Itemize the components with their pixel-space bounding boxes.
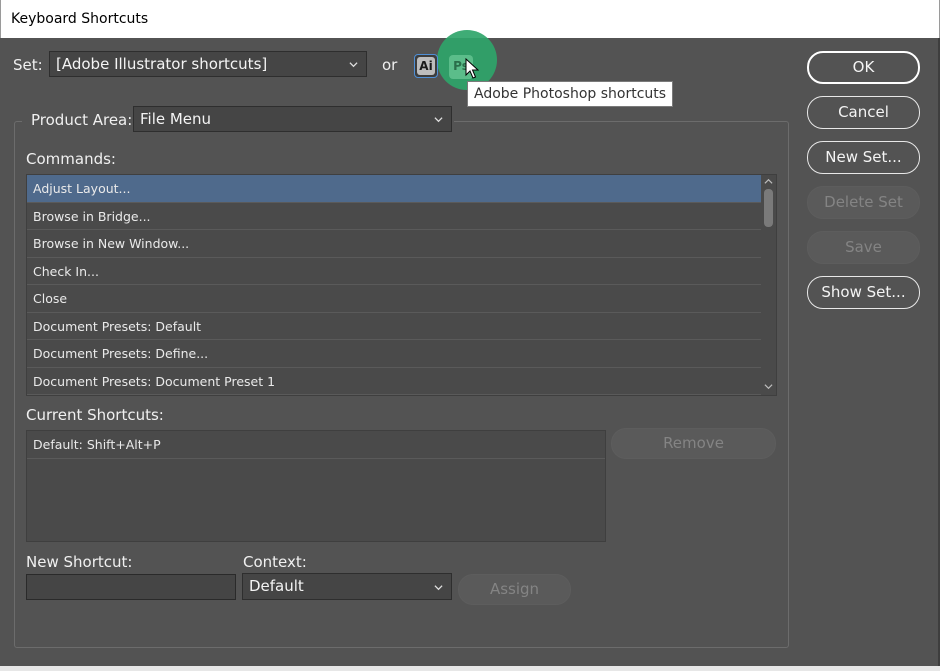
list-item[interactable]: Document Presets: Define... bbox=[27, 340, 776, 368]
window-bottom-edge bbox=[0, 666, 940, 671]
mouse-cursor-icon bbox=[465, 58, 479, 79]
current-shortcuts-label: Current Shortcuts: bbox=[26, 406, 164, 424]
context-dropdown[interactable]: Default bbox=[242, 573, 452, 600]
window-title: Keyboard Shortcuts bbox=[11, 11, 149, 27]
ok-button[interactable]: OK bbox=[807, 51, 920, 84]
list-item[interactable]: Check In... bbox=[27, 258, 776, 285]
remove-button[interactable]: Remove bbox=[611, 428, 776, 459]
delete-set-button[interactable]: Delete Set bbox=[807, 186, 920, 219]
chevron-down-icon bbox=[434, 117, 443, 123]
assign-button[interactable]: Assign bbox=[458, 574, 571, 605]
list-item[interactable]: Browse in Bridge... bbox=[27, 203, 776, 230]
new-shortcut-input[interactable] bbox=[26, 574, 236, 600]
save-button[interactable]: Save bbox=[807, 231, 920, 264]
new-shortcut-label: New Shortcut: bbox=[26, 553, 133, 571]
illustrator-shortcuts-button[interactable]: Ai bbox=[414, 54, 438, 78]
list-item[interactable]: Document Presets: Default bbox=[27, 313, 776, 340]
product-area-label: Product Area: bbox=[31, 111, 133, 129]
list-item[interactable]: Default: Shift+Alt+P bbox=[27, 431, 605, 459]
illustrator-icon: Ai bbox=[417, 57, 435, 75]
list-item[interactable]: Adjust Layout... bbox=[27, 175, 776, 203]
commands-label: Commands: bbox=[26, 150, 116, 168]
chevron-down-icon bbox=[349, 62, 358, 68]
set-dropdown-value: [Adobe Illustrator shortcuts] bbox=[56, 55, 268, 73]
new-set-button[interactable]: New Set... bbox=[807, 141, 920, 174]
scrollbar-thumb[interactable] bbox=[764, 189, 773, 227]
scroll-down-icon[interactable] bbox=[764, 382, 773, 391]
context-value: Default bbox=[249, 577, 304, 595]
current-shortcuts-list[interactable]: Default: Shift+Alt+P bbox=[26, 430, 606, 542]
list-item[interactable]: Document Presets: Document Preset 1 bbox=[27, 368, 776, 395]
list-item[interactable]: Browse in New Window... bbox=[27, 230, 776, 258]
commands-scrollbar[interactable] bbox=[761, 175, 776, 395]
context-label: Context: bbox=[243, 553, 307, 571]
or-label: or bbox=[382, 56, 398, 74]
set-label: Set: bbox=[13, 56, 43, 74]
cancel-button[interactable]: Cancel bbox=[807, 96, 920, 129]
chevron-down-icon bbox=[434, 584, 443, 590]
commands-list[interactable]: Adjust Layout... Browse in Bridge... Bro… bbox=[26, 174, 777, 396]
photoshop-tooltip: Adobe Photoshop shortcuts bbox=[467, 81, 674, 107]
scroll-up-icon[interactable] bbox=[764, 177, 773, 186]
product-area-value: File Menu bbox=[140, 110, 212, 128]
keyboard-shortcuts-dialog: Set: [Adobe Illustrator shortcuts] or Ai… bbox=[0, 30, 940, 671]
show-set-button[interactable]: Show Set... bbox=[807, 276, 920, 309]
set-dropdown[interactable]: [Adobe Illustrator shortcuts] bbox=[49, 51, 367, 77]
list-item[interactable]: Close bbox=[27, 285, 776, 313]
product-area-dropdown[interactable]: File Menu bbox=[133, 106, 452, 132]
